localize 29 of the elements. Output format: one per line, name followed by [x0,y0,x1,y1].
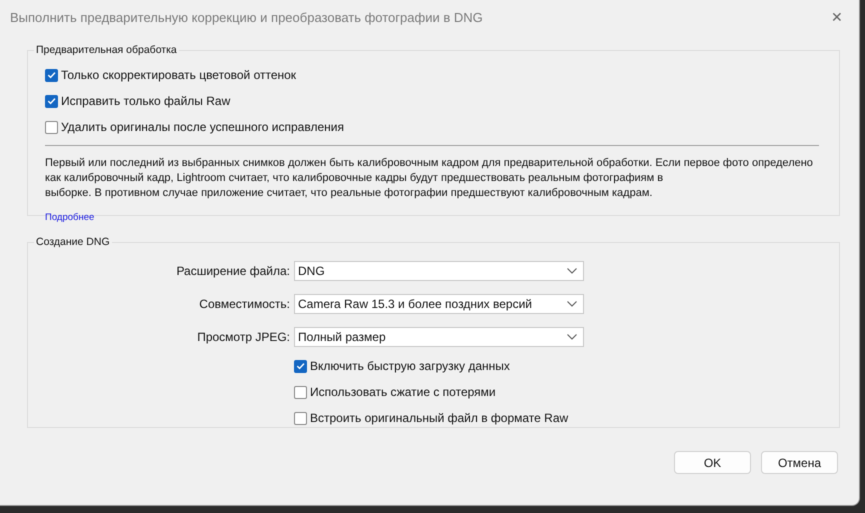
description-text: Первый или последний из выбранных снимков должен быть калибровочным кадром для предварительной обработки. Если первое фото определено как калибровочный кадр, Lightroom считает, что калибровочные кадры будут предшествовать реальным фотографиям в выборке. В противном случае приложение считает, что реальные фотографии предшествуют калибровочным кадрам. [45,156,814,201]
checkbox[interactable] [45,68,58,82]
cancel-button[interactable]: Отмена [761,451,838,474]
checkbox-label: Встроить оригинальный файл в формате Raw [310,411,568,425]
checkbox[interactable] [294,386,307,398]
checkbox[interactable] [294,412,307,424]
dropdown[interactable]: Полный размер [294,326,584,346]
checkbox-label: Только скорректировать цветовой оттенок [61,68,296,82]
group-legend: Предварительная обработка [34,44,179,56]
field-label: Расширение файла: [175,264,291,278]
window-title: Выполнить предварительную коррекцию и преобразовать фотографии в DNG [10,10,483,24]
ok-button[interactable]: OK [674,451,751,474]
close-button[interactable]: ✕ [827,7,847,27]
chevron-down-icon [567,268,577,274]
checkbox-label: Удалить оригиналы после успешного исправления [61,120,344,134]
dropdown[interactable]: DNG [294,260,584,280]
checkbox-label: Включить быструю загрузку данных [310,359,510,373]
checkbox-label: Исправить только файлы Raw [61,94,230,108]
checkbox[interactable] [45,94,58,108]
checkbox[interactable] [45,120,58,134]
field-label: Совместимость: [198,296,291,310]
chevron-down-icon [567,300,577,306]
field-label: Просмотр JPEG: [196,330,291,344]
dropdown[interactable]: Camera Raw 15.3 и более поздних версий [294,294,584,314]
checkbox[interactable] [294,360,307,372]
learn-more-link[interactable]: Подробнее [45,212,94,223]
chevron-down-icon [567,334,577,340]
checkbox-label: Использовать сжатие с потерями [310,385,496,399]
group-legend: Создание DNG [34,236,112,248]
